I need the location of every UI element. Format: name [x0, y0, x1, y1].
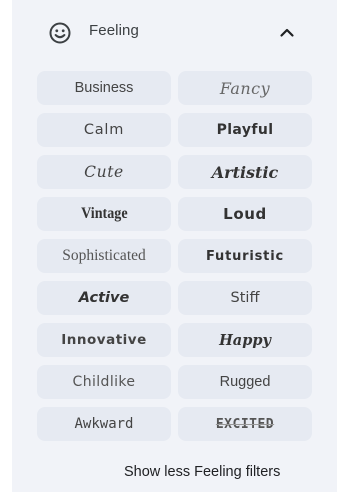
section-title: Feeling — [89, 22, 139, 39]
filter-chip-happy[interactable]: Happy — [178, 323, 312, 357]
filter-chip-active[interactable]: Active — [37, 281, 171, 315]
filter-chip-label: Loud — [223, 205, 267, 223]
filter-chip-awkward[interactable]: Awkward — [37, 407, 171, 441]
feeling-chip-grid: Business Fancy Calm Playful Cute Artistic Vint… — [37, 71, 312, 441]
filter-chip-calm[interactable]: Calm — [37, 113, 171, 147]
filter-chip-vintage[interactable]: Vintage — [37, 197, 171, 231]
filter-chip-label: Sophisticated — [62, 247, 146, 264]
filter-chip-label: Futuristic — [206, 248, 284, 264]
filter-chip-label: Business — [74, 80, 134, 96]
filter-chip-label: Vintage — [80, 205, 128, 222]
filter-chip-business[interactable]: Business — [37, 71, 171, 105]
filter-chip-stiff[interactable]: Stiff — [178, 281, 312, 315]
filter-chip-playful[interactable]: Playful — [178, 113, 312, 147]
filter-chip-fancy[interactable]: Fancy — [178, 71, 312, 105]
filter-chip-cute[interactable]: Cute — [37, 155, 171, 189]
filter-chip-label: Calm — [83, 122, 125, 138]
filter-chip-label: Childlike — [72, 374, 136, 390]
smiley-face-icon — [49, 22, 71, 44]
chevron-up-icon[interactable] — [278, 24, 296, 42]
filter-chip-sophisticated[interactable]: Sophisticated — [37, 239, 171, 273]
filter-chip-futuristic[interactable]: Futuristic — [178, 239, 312, 273]
filter-chip-label: Active — [78, 290, 130, 306]
filter-chip-excited[interactable]: EXCITED — [178, 407, 312, 441]
filter-chip-label: Happy — [219, 331, 271, 349]
feeling-filter-panel: Feeling Business Fancy Calm Playful Cute Arti… — [12, 0, 337, 492]
filter-chip-label: Cute — [84, 163, 124, 181]
filter-chip-artistic[interactable]: Artistic — [178, 155, 312, 189]
feeling-section-header[interactable]: Feeling — [12, 0, 337, 64]
filter-chip-label: Awkward — [74, 416, 134, 432]
filter-chip-rugged[interactable]: Rugged — [178, 365, 312, 399]
filter-chip-childlike[interactable]: Childlike — [37, 365, 171, 399]
filter-chip-loud[interactable]: Loud — [178, 197, 312, 231]
left-strip — [0, 0, 12, 492]
filter-chip-label: Stiff — [230, 290, 260, 306]
filter-chip-label: Innovative — [61, 332, 147, 348]
filter-chip-label: EXCITED — [215, 416, 275, 432]
filter-chip-label: Rugged — [219, 374, 271, 390]
filter-chip-label: Artistic — [211, 162, 279, 182]
filter-chip-label: Fancy — [219, 78, 271, 98]
show-less-filters-link[interactable]: Show less Feeling filters — [124, 464, 280, 480]
filter-chip-innovative[interactable]: Innovative — [37, 323, 171, 357]
filter-chip-label: Playful — [216, 122, 274, 138]
